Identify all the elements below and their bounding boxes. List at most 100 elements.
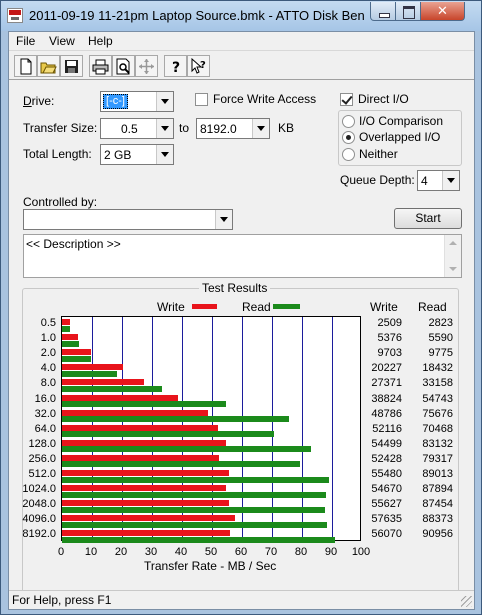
transfer-size-row-label: 1024.0 — [22, 483, 56, 496]
x-tick-label: 60 — [234, 546, 248, 558]
chevron-down-icon[interactable] — [215, 210, 232, 229]
write-value: 55480 — [371, 468, 402, 480]
write-bar — [62, 485, 227, 492]
read-bar — [62, 431, 274, 438]
x-axis-label: Transfer Rate - MB / Sec — [144, 559, 277, 573]
total-length-select[interactable]: 2 GB — [100, 144, 174, 165]
open-folder-icon — [40, 62, 57, 74]
write-legend-swatch — [192, 304, 217, 309]
write-column-header: Write — [370, 300, 398, 314]
write-value: 52116 — [372, 422, 402, 435]
drive-select[interactable]: [-c-] — [100, 91, 174, 112]
title-bar[interactable]: 2011-09-19 11-21pm Laptop Source.bmk - A… — [1, 1, 481, 31]
close-button[interactable]: ✕ — [421, 2, 465, 21]
read-value: 87454 — [422, 498, 453, 511]
x-tick-label: 80 — [294, 546, 308, 558]
transfer-size-row-label: 8192.0 — [22, 528, 56, 541]
force-write-label: Force Write Access — [213, 92, 317, 106]
overlapped-io-radio[interactable] — [342, 131, 355, 144]
x-tick-label: 10 — [84, 546, 98, 558]
chevron-down-icon[interactable] — [156, 92, 173, 111]
force-write-checkbox[interactable] — [195, 93, 208, 106]
print-preview-icon — [116, 58, 130, 75]
read-bar — [62, 491, 326, 498]
write-bar — [62, 515, 235, 522]
direct-io-label: Direct I/O — [358, 92, 409, 106]
controlled-by-select[interactable] — [23, 209, 233, 230]
help-button[interactable]: ? — [164, 55, 187, 77]
client-area: File View Help ? ? Drive: [-c-] Force Wr… — [8, 31, 475, 610]
scroll-down-icon[interactable] — [449, 267, 457, 271]
open-button[interactable] — [37, 55, 60, 77]
write-bar — [62, 334, 79, 341]
x-tick-label: 0 — [57, 546, 65, 558]
transfer-size-row-label: 2.0 — [40, 347, 56, 360]
menu-help[interactable]: Help — [88, 34, 113, 48]
start-button[interactable]: Start — [394, 208, 462, 229]
write-value: 38824 — [371, 392, 402, 405]
read-bar — [62, 476, 329, 483]
neither-radio[interactable] — [342, 148, 355, 161]
context-help-button[interactable]: ? — [187, 55, 210, 77]
write-bar — [62, 500, 229, 507]
io-comparison-label: I/O Comparison — [359, 114, 444, 128]
write-legend-label: Write — [157, 300, 185, 314]
x-tick-label: 50 — [204, 546, 218, 558]
read-column-header: Read — [418, 300, 447, 314]
write-bar — [62, 470, 229, 476]
x-tick-label: 100 — [351, 546, 371, 558]
queue-depth-select[interactable]: 4 — [417, 170, 460, 191]
transfer-size-row-label: 0.5 — [40, 317, 56, 329]
transfer-size-row-label: 512.0 — [28, 468, 56, 480]
read-bar — [62, 401, 227, 407]
description-box[interactable]: << Description >> — [23, 234, 462, 278]
move-button[interactable] — [135, 55, 158, 77]
resize-grip-icon[interactable] — [461, 596, 472, 607]
read-value: 5590 — [428, 332, 453, 345]
transfer-to-select[interactable]: 8192.0 — [196, 118, 270, 139]
transfer-size-row-label: 128.0 — [28, 437, 56, 450]
write-bar — [62, 530, 231, 537]
x-tick-label: 90 — [324, 546, 338, 558]
write-value: 55627 — [371, 498, 402, 511]
minimize-button[interactable] — [370, 2, 396, 21]
chevron-down-icon[interactable] — [252, 119, 269, 138]
chevron-down-icon[interactable] — [156, 145, 173, 164]
write-value: 54499 — [371, 437, 402, 450]
read-value: 88373 — [422, 513, 453, 526]
scroll-up-icon[interactable] — [449, 241, 457, 245]
transfer-from-select[interactable]: 0.5 — [100, 118, 174, 139]
atto-app-icon[interactable] — [7, 8, 23, 23]
chevron-down-icon[interactable] — [156, 119, 173, 138]
direct-io-checkbox[interactable] — [340, 93, 353, 106]
save-disk-icon — [65, 60, 78, 73]
read-bar — [62, 370, 118, 377]
io-comparison-radio[interactable] — [342, 115, 355, 128]
status-text: For Help, press F1 — [12, 593, 112, 607]
read-bar — [62, 521, 328, 528]
read-bar — [62, 325, 71, 332]
read-bar — [62, 461, 300, 468]
read-value: 89013 — [422, 468, 453, 480]
print-preview-button[interactable] — [112, 55, 135, 77]
description-scrollbar[interactable] — [444, 235, 461, 277]
read-value: 2823 — [428, 317, 453, 329]
read-bar — [62, 355, 92, 362]
menu-file[interactable]: File — [16, 34, 35, 48]
menu-view[interactable]: View — [49, 34, 75, 48]
transfer-size-row-label: 2048.0 — [22, 498, 56, 511]
new-button[interactable] — [14, 55, 37, 77]
overlapped-io-label: Overlapped I/O — [359, 130, 441, 144]
drive-selected-value: [-c-] — [103, 94, 128, 109]
move-icon — [139, 59, 154, 74]
read-bar — [62, 446, 312, 453]
save-button[interactable] — [60, 55, 83, 77]
print-button[interactable] — [89, 55, 112, 77]
read-value: 9775 — [428, 347, 453, 360]
help-icon: ? — [172, 60, 180, 75]
close-icon: ✕ — [437, 3, 448, 18]
maximize-button[interactable] — [396, 2, 421, 21]
chevron-down-icon[interactable] — [442, 171, 459, 190]
x-tick-label: 40 — [174, 546, 188, 558]
read-value: 87894 — [422, 483, 453, 496]
